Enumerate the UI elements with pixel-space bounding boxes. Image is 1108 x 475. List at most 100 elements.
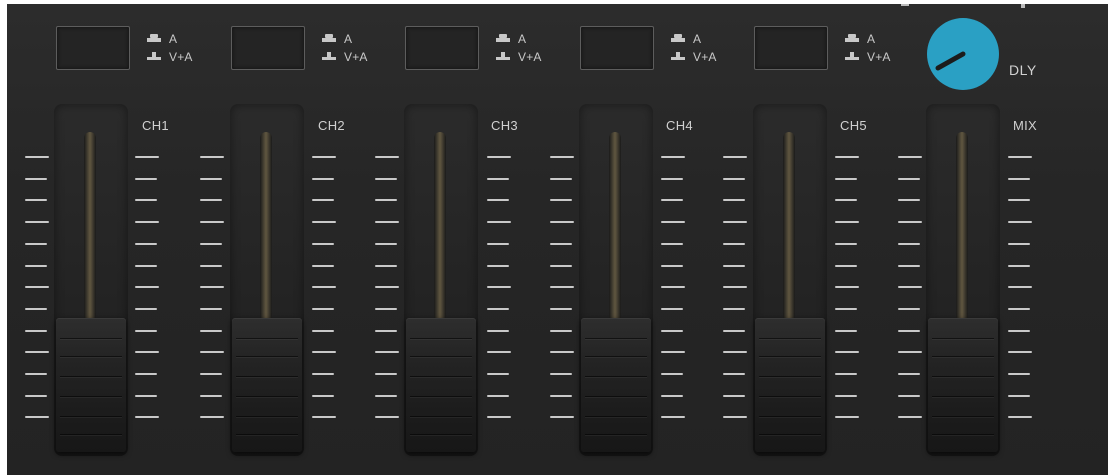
scale-tick	[835, 307, 857, 310]
scale-tick	[375, 286, 399, 289]
video-audio-mode-icon	[845, 52, 861, 62]
ch1-mode-display[interactable]	[56, 26, 130, 70]
fader-grip-ridge	[410, 416, 472, 417]
channel-label-mix: MIX	[1013, 118, 1038, 133]
fader-scale	[487, 156, 511, 426]
fader-grip-ridge	[236, 338, 298, 339]
fader-grip-ridge	[585, 376, 647, 377]
fader-grip-ridge	[60, 396, 122, 397]
mode-va-label: V+A	[867, 50, 891, 64]
knob-scale-mark	[901, 4, 909, 6]
fader-grip-ridge	[585, 356, 647, 357]
fader-handle-mix[interactable]	[928, 318, 998, 452]
scale-tick	[723, 373, 745, 375]
scale-tick	[375, 221, 399, 224]
fader-grip-ridge	[759, 338, 821, 339]
scale-tick	[135, 373, 157, 375]
fader-grip-ridge	[60, 416, 122, 417]
scale-tick	[898, 264, 920, 267]
fader-slot-ch5	[753, 104, 827, 456]
scale-tick	[661, 373, 683, 375]
ch2-mode-legend: A V+A	[322, 30, 392, 70]
scale-tick	[661, 416, 685, 419]
scale-tick	[723, 177, 745, 180]
fader-grip-ridge	[932, 376, 994, 377]
fader-slot-ch2	[230, 104, 304, 456]
scale-tick	[1008, 221, 1032, 224]
fader-handle-ch1[interactable]	[56, 318, 126, 452]
ch5-mode-display[interactable]	[754, 26, 828, 70]
scale-tick	[312, 177, 334, 180]
fader-track	[783, 132, 795, 322]
fader-scale	[723, 156, 747, 426]
audio-mode-icon	[322, 34, 338, 44]
scale-tick	[898, 373, 920, 375]
ch4-mode-display[interactable]	[580, 26, 654, 70]
channel-label-ch2: CH2	[318, 118, 345, 133]
fader-slot-mix	[926, 104, 1000, 456]
scale-tick	[550, 373, 572, 375]
scale-tick	[25, 286, 49, 289]
scale-tick	[661, 351, 685, 354]
scale-tick	[135, 307, 157, 310]
fader-handle-ch2[interactable]	[232, 318, 302, 452]
scale-tick	[835, 394, 857, 397]
scale-tick	[375, 373, 397, 375]
scale-tick	[135, 416, 159, 419]
scale-tick	[312, 199, 334, 202]
scale-tick	[200, 416, 224, 419]
scale-tick	[135, 286, 159, 289]
scale-tick	[25, 307, 47, 310]
scale-tick	[487, 264, 509, 267]
delay-knob[interactable]	[925, 16, 1001, 92]
scale-tick	[312, 394, 334, 397]
scale-tick	[25, 221, 49, 224]
mode-a-label: A	[867, 32, 876, 46]
scale-tick	[1008, 264, 1030, 267]
fader-grip-ridge	[60, 434, 122, 435]
scale-tick	[200, 199, 222, 202]
fader-grip-ridge	[410, 434, 472, 435]
scale-tick	[25, 264, 47, 267]
scale-tick	[550, 416, 574, 419]
scale-tick	[661, 307, 683, 310]
scale-tick	[898, 177, 920, 180]
scale-tick	[1008, 351, 1032, 354]
scale-tick	[25, 351, 49, 354]
scale-tick	[135, 156, 159, 158]
ch2-mode-display[interactable]	[231, 26, 305, 70]
scale-tick	[661, 329, 683, 332]
scale-tick	[723, 264, 745, 267]
mode-a-label: A	[344, 32, 353, 46]
fader-handle-ch4[interactable]	[581, 318, 651, 452]
scale-tick	[723, 242, 745, 245]
fader-track	[84, 132, 96, 322]
fader-grip-ridge	[60, 376, 122, 377]
scale-tick	[550, 307, 572, 310]
fader-grip-ridge	[60, 356, 122, 357]
scale-tick	[487, 221, 511, 224]
scale-tick	[375, 351, 399, 354]
knob-scale-mark	[1021, 4, 1025, 8]
fader-grip-ridge	[60, 338, 122, 339]
mode-va-label: V+A	[518, 50, 542, 64]
mode-a-label: A	[169, 32, 178, 46]
scale-tick	[25, 177, 47, 180]
fader-scale	[1008, 156, 1032, 426]
audio-mode-icon	[845, 34, 861, 44]
scale-tick	[25, 394, 47, 397]
fader-grip-ridge	[932, 396, 994, 397]
scale-tick	[550, 221, 574, 224]
scale-tick	[723, 286, 747, 289]
scale-tick	[25, 242, 47, 245]
fader-handle-ch3[interactable]	[406, 318, 476, 452]
ch3-mode-display[interactable]	[405, 26, 479, 70]
scale-tick	[898, 156, 922, 158]
scale-tick	[375, 264, 397, 267]
scale-tick	[898, 394, 920, 397]
fader-scale	[375, 156, 399, 426]
scale-tick	[135, 177, 157, 180]
video-audio-mode-icon	[671, 52, 687, 62]
scale-tick	[835, 286, 859, 289]
fader-handle-ch5[interactable]	[755, 318, 825, 452]
